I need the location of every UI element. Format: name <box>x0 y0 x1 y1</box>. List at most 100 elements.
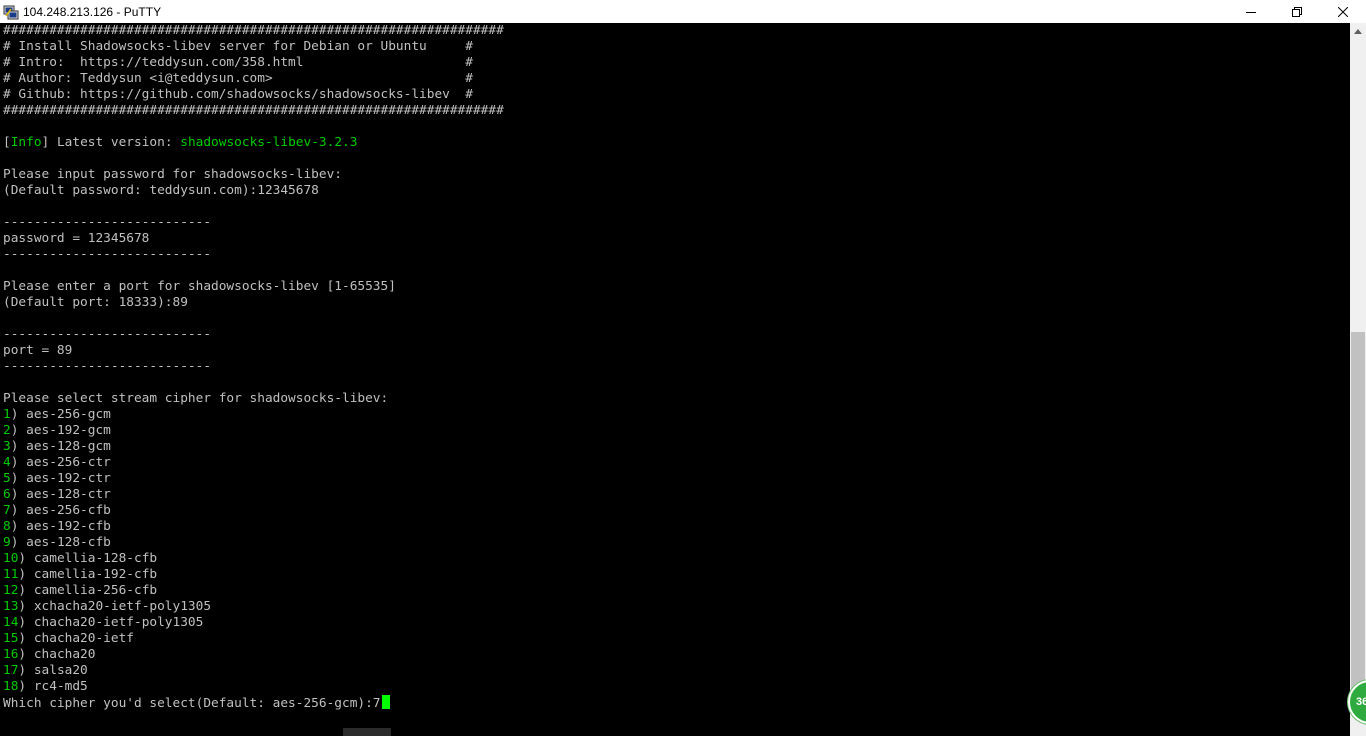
terminal-text: ) aes-192-gcm <box>10 423 111 438</box>
highlight-text: 12 <box>3 583 19 598</box>
terminal-text: ) aes-256-ctr <box>10 455 111 470</box>
highlight-text: 13 <box>3 599 19 614</box>
terminal-text: ) aes-256-gcm <box>10 407 111 422</box>
terminal-line: 7) aes-256-cfb <box>3 503 111 519</box>
highlight-text: 11 <box>3 567 19 582</box>
terminal-line: 1) aes-256-gcm <box>3 407 111 423</box>
taskbar-strip <box>0 728 1350 736</box>
terminal-text: ) aes-256-cfb <box>10 503 111 518</box>
terminal-line: 6) aes-128-ctr <box>3 487 111 503</box>
terminal-text: password = 12345678 <box>3 231 150 246</box>
terminal-line: 15) chacha20-ietf <box>3 631 134 647</box>
putty-icon <box>3 5 19 19</box>
terminal-scrollbar[interactable] <box>1350 23 1366 736</box>
taskbar-item[interactable] <box>343 728 391 736</box>
terminal-line: --------------------------- <box>3 359 211 375</box>
terminal-text: ) aes-128-gcm <box>10 439 111 454</box>
terminal-text: ] Latest version: <box>41 135 181 150</box>
terminal-line: 11) camellia-192-cfb <box>3 567 157 583</box>
highlight-text: 17 <box>3 663 19 678</box>
terminal-output[interactable]: ########################################… <box>0 23 1350 736</box>
highlight-text: 1 <box>3 407 11 422</box>
terminal-line: [Info] Latest version: shadowsocks-libev… <box>3 135 357 151</box>
highlight-text: 8 <box>3 519 11 534</box>
highlight-text: 14 <box>3 615 19 630</box>
terminal-line: ########################################… <box>3 23 504 39</box>
highlight-text: 6 <box>3 487 11 502</box>
terminal-line: 12) camellia-256-cfb <box>3 583 157 599</box>
minimize-button[interactable] <box>1228 0 1274 23</box>
terminal-line: 5) aes-192-ctr <box>3 471 111 487</box>
highlight-text: 4 <box>3 455 11 470</box>
terminal-line: 10) camellia-128-cfb <box>3 551 157 567</box>
terminal-line: port = 89 <box>3 343 72 359</box>
terminal-text: ) aes-128-cfb <box>10 535 111 550</box>
terminal-line: Please select stream cipher for shadowso… <box>3 391 388 407</box>
terminal-text: Please enter a port for shadowsocks-libe… <box>3 279 396 294</box>
highlight-text: Info <box>10 135 42 150</box>
terminal-text: # Github: https://github.com/shadowsocks… <box>3 87 473 102</box>
terminal-text: ) camellia-256-cfb <box>18 583 158 598</box>
highlight-text: shadowsocks-libev-3.2.3 <box>180 135 358 150</box>
terminal-text: ) xchacha20-ietf-poly1305 <box>18 599 212 614</box>
close-icon <box>1338 6 1348 17</box>
scroll-up-button[interactable] <box>1350 23 1366 40</box>
terminal-line: 13) xchacha20-ietf-poly1305 <box>3 599 211 615</box>
terminal-line: # Intro: https://teddysun.com/358.html # <box>3 55 473 71</box>
highlight-text: 7 <box>3 503 11 518</box>
highlight-text: 2 <box>3 423 11 438</box>
terminal-line: # Github: https://github.com/shadowsocks… <box>3 87 473 103</box>
terminal-line: --------------------------- <box>3 215 211 231</box>
terminal-line: # Install Shadowsocks-libev server for D… <box>3 39 473 55</box>
terminal-line: --------------------------- <box>3 327 211 343</box>
terminal-cursor <box>381 695 390 709</box>
terminal-line: --------------------------- <box>3 247 211 263</box>
terminal-text: # Install Shadowsocks-libev server for D… <box>3 39 473 54</box>
terminal-line: 14) chacha20-ietf-poly1305 <box>3 615 203 631</box>
terminal-text: (Default password: teddysun.com):1234567… <box>3 183 319 198</box>
terminal-text: ) camellia-128-cfb <box>18 551 158 566</box>
window-titlebar[interactable]: 104.248.213.126 - PuTTY <box>0 0 1366 23</box>
maximize-icon <box>1292 6 1302 17</box>
scrollbar-thumb[interactable] <box>1351 332 1365 712</box>
terminal-text: --------------------------- <box>3 327 212 342</box>
minimize-icon <box>1246 11 1256 13</box>
window-title: 104.248.213.126 - PuTTY <box>23 4 162 19</box>
terminal-line: 17) salsa20 <box>3 663 88 679</box>
terminal-text: ) chacha20 <box>18 647 96 662</box>
terminal-text: ########################################… <box>3 103 504 118</box>
terminal-text: --------------------------- <box>3 359 212 374</box>
terminal-text: Please select stream cipher for shadowso… <box>3 391 389 406</box>
terminal-line: 2) aes-192-gcm <box>3 423 111 439</box>
maximize-button[interactable] <box>1274 0 1320 23</box>
terminal-text: # Intro: https://teddysun.com/358.html # <box>3 55 473 70</box>
terminal-text: ) rc4-md5 <box>18 679 88 694</box>
highlight-text: 15 <box>3 631 19 646</box>
highlight-text: 5 <box>3 471 11 486</box>
close-button[interactable] <box>1320 0 1366 23</box>
chevron-up-icon <box>1354 29 1362 34</box>
terminal-text: # Author: Teddysun <i@teddysun.com> # <box>3 71 473 86</box>
terminal-text: ) aes-128-ctr <box>10 487 111 502</box>
highlight-text: 18 <box>3 679 19 694</box>
terminal-line: ########################################… <box>3 103 504 119</box>
terminal-text: ) aes-192-ctr <box>10 471 111 486</box>
terminal-text: Which cipher you'd select(Default: aes-2… <box>3 696 381 711</box>
terminal-text: ) aes-192-cfb <box>10 519 111 534</box>
terminal-line: (Default port: 18333):89 <box>3 295 188 311</box>
terminal-text: --------------------------- <box>3 215 212 230</box>
terminal-text: ########################################… <box>3 23 504 38</box>
terminal-line: (Default password: teddysun.com):1234567… <box>3 183 319 199</box>
terminal-line: 3) aes-128-gcm <box>3 439 111 455</box>
terminal-line: 9) aes-128-cfb <box>3 535 111 551</box>
terminal-text: [ <box>3 135 11 150</box>
terminal-text: --------------------------- <box>3 247 212 262</box>
terminal-line: 18) rc4-md5 <box>3 679 88 695</box>
terminal-text: (Default port: 18333):89 <box>3 295 188 310</box>
badge-label: 36 <box>1356 696 1366 708</box>
highlight-text: 16 <box>3 647 19 662</box>
terminal-line: # Author: Teddysun <i@teddysun.com> # <box>3 71 473 87</box>
terminal-line: password = 12345678 <box>3 231 149 247</box>
terminal-text: port = 89 <box>3 343 73 358</box>
highlight-text: 10 <box>3 551 19 566</box>
